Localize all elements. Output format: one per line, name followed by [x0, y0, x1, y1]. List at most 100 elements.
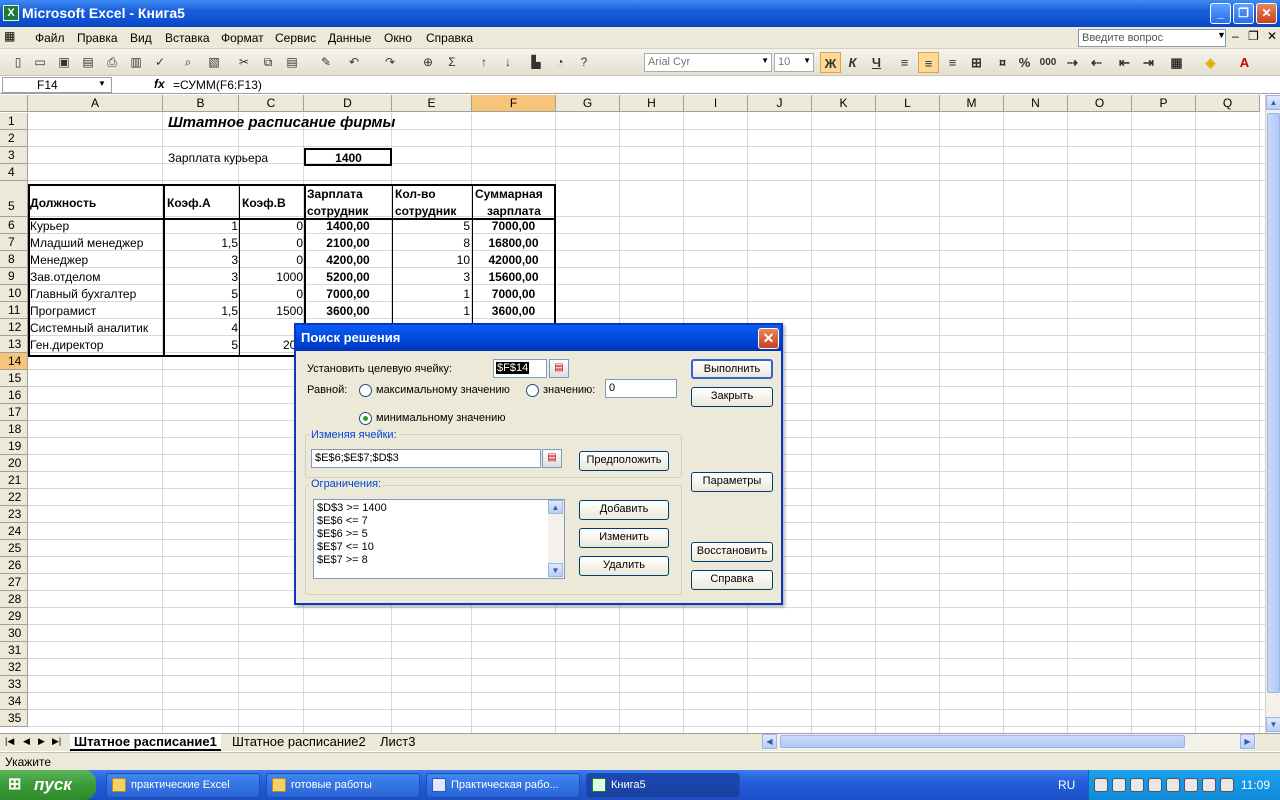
- row-header-3[interactable]: 3: [0, 147, 28, 164]
- format-painter-icon[interactable]: ✎: [318, 54, 334, 70]
- cell-b-row[interactable]: 3: [164, 269, 238, 285]
- maximize-button[interactable]: ❐: [1233, 3, 1254, 24]
- prev-sheet-icon[interactable]: ◀: [23, 736, 30, 747]
- column-header-g[interactable]: G: [556, 95, 620, 112]
- help-icon[interactable]: ?: [576, 54, 592, 70]
- permission-icon[interactable]: ▤: [80, 54, 96, 70]
- row-header-19[interactable]: 19: [0, 438, 28, 455]
- cell-c-row[interactable]: 1500: [240, 303, 303, 319]
- help-question-input[interactable]: Введите вопрос: [1078, 29, 1226, 47]
- align-right-icon[interactable]: ≡: [942, 52, 963, 73]
- vertical-scrollbar[interactable]: ▲ ▼: [1265, 95, 1280, 733]
- new-icon[interactable]: ▯: [10, 54, 26, 70]
- cell-b-row[interactable]: 4: [164, 320, 238, 336]
- last-sheet-icon[interactable]: ▶|: [52, 736, 61, 747]
- row-header-28[interactable]: 28: [0, 591, 28, 608]
- tab-sheet1[interactable]: Штатное расписание1: [70, 734, 221, 751]
- constraints-list[interactable]: $D$3 >= 1400 $E$6 <= 7 $E$6 >= 5 $E$7 <=…: [313, 499, 565, 579]
- column-header-d[interactable]: D: [304, 95, 392, 112]
- borders-icon[interactable]: ▦: [1166, 52, 1187, 73]
- cell-a-row[interactable]: Главный бухгалтер: [30, 286, 136, 302]
- row-header-29[interactable]: 29: [0, 608, 28, 625]
- doc-close-button[interactable]: ✕: [1267, 29, 1277, 43]
- paste-icon[interactable]: ▤: [284, 54, 300, 70]
- column-header-c[interactable]: C: [239, 95, 304, 112]
- cell-a-row[interactable]: Програмист: [30, 303, 96, 319]
- undo-icon[interactable]: ↶: [346, 54, 362, 70]
- antivirus-icon[interactable]: [1148, 778, 1162, 792]
- research-icon[interactable]: ⌕: [180, 54, 196, 70]
- display-icon[interactable]: [1184, 778, 1198, 792]
- name-box[interactable]: F14: [2, 77, 112, 93]
- print-preview-icon[interactable]: ▥: [128, 54, 144, 70]
- chart-icon[interactable]: ▙: [528, 54, 544, 70]
- cell-a-row[interactable]: Курьер: [30, 218, 69, 234]
- cell-e-row[interactable]: 1: [393, 303, 470, 319]
- document-icon[interactable]: ▦: [4, 29, 15, 43]
- tab-sheet3[interactable]: Лист3: [376, 734, 419, 751]
- cell-d-row[interactable]: 3600,00: [306, 303, 390, 319]
- redo-icon[interactable]: ↷: [382, 54, 398, 70]
- row-header-22[interactable]: 22: [0, 489, 28, 506]
- formula-input[interactable]: =СУММ(F6:F13): [173, 78, 262, 92]
- row-header-16[interactable]: 16: [0, 387, 28, 404]
- changing-cells-input[interactable]: $E$6;$E$7;$D$3: [311, 449, 541, 468]
- scroll-right-icon[interactable]: ▶: [1240, 734, 1255, 749]
- column-header-a[interactable]: A: [28, 95, 163, 112]
- percent-button[interactable]: %: [1014, 52, 1035, 73]
- cell-e-row[interactable]: 3: [393, 269, 470, 285]
- currency-icon[interactable]: ¤: [992, 52, 1013, 73]
- column-header-h[interactable]: H: [620, 95, 684, 112]
- max-radio[interactable]: [359, 384, 372, 397]
- row-header-8[interactable]: 8: [0, 251, 28, 268]
- first-sheet-icon[interactable]: |◀: [5, 736, 14, 747]
- fill-color-icon[interactable]: ◈: [1200, 52, 1221, 73]
- task-folder-practical[interactable]: практические Excel: [106, 773, 260, 798]
- decrease-indent-icon[interactable]: ⇤: [1114, 52, 1135, 73]
- column-header-q[interactable]: Q: [1196, 95, 1260, 112]
- insert-function-icon[interactable]: fx: [154, 77, 165, 91]
- language-indicator[interactable]: RU: [1058, 778, 1075, 792]
- row-header-5[interactable]: 5: [0, 181, 28, 217]
- menu-edit[interactable]: Правка: [77, 31, 118, 45]
- row-header-14[interactable]: 14: [0, 353, 28, 370]
- underline-button[interactable]: Ч: [866, 52, 887, 73]
- cell-e-row[interactable]: 1: [393, 286, 470, 302]
- cell-d-row[interactable]: 7000,00: [306, 286, 390, 302]
- name-box-dropdown-icon[interactable]: ▼: [98, 79, 106, 88]
- cell-a-row[interactable]: Системный аналитик: [30, 320, 148, 336]
- row-header-18[interactable]: 18: [0, 421, 28, 438]
- security-icon[interactable]: [1166, 778, 1180, 792]
- start-button[interactable]: ⊞ пуск: [0, 770, 96, 800]
- reset-all-button[interactable]: Восстановить: [691, 542, 773, 562]
- constraints-scrollbar[interactable]: ▲ ▼: [548, 500, 564, 578]
- hyperlink-icon[interactable]: ⊕: [420, 54, 436, 70]
- cell-c-row[interactable]: 0: [240, 218, 303, 234]
- autosum-icon[interactable]: Σ: [444, 54, 460, 70]
- column-header-i[interactable]: I: [684, 95, 748, 112]
- solve-button[interactable]: Выполнить: [691, 359, 773, 379]
- row-header-26[interactable]: 26: [0, 557, 28, 574]
- change-button[interactable]: Изменить: [579, 528, 669, 548]
- column-header-p[interactable]: P: [1132, 95, 1196, 112]
- font-name-select[interactable]: Arial Cyr ▼: [644, 53, 772, 72]
- select-all-corner[interactable]: [0, 95, 28, 112]
- minimize-button[interactable]: _: [1210, 3, 1231, 24]
- cell-d-row[interactable]: 4200,00: [306, 252, 390, 268]
- cell-e-row[interactable]: 5: [393, 218, 470, 234]
- italic-button[interactable]: К: [842, 52, 863, 73]
- cell-f-row[interactable]: 3600,00: [473, 303, 554, 319]
- menu-file[interactable]: Файл: [35, 31, 65, 45]
- cut-icon[interactable]: ✂: [236, 54, 252, 70]
- menu-help[interactable]: Справка: [426, 31, 473, 45]
- row-header-30[interactable]: 30: [0, 625, 28, 642]
- row-header-24[interactable]: 24: [0, 523, 28, 540]
- column-header-f[interactable]: F: [472, 95, 556, 112]
- menu-insert[interactable]: Вставка: [165, 31, 210, 45]
- cell-d-row[interactable]: 5200,00: [306, 269, 390, 285]
- save-icon[interactable]: ▣: [56, 54, 72, 70]
- updates-icon[interactable]: [1202, 778, 1216, 792]
- row-header-34[interactable]: 34: [0, 693, 28, 710]
- menu-window[interactable]: Окно: [384, 31, 412, 45]
- cell-f-row[interactable]: 7000,00: [473, 218, 554, 234]
